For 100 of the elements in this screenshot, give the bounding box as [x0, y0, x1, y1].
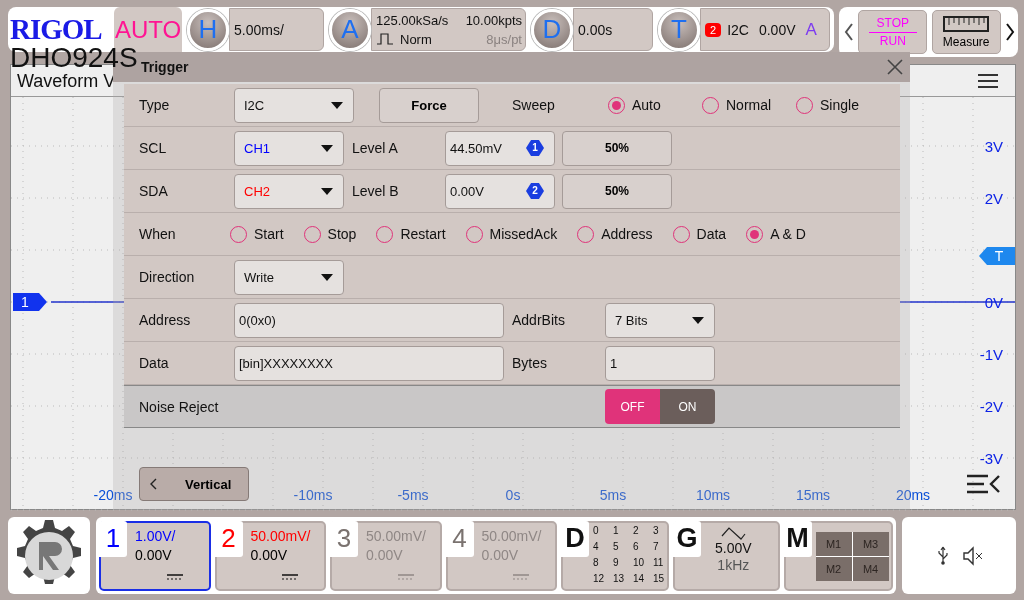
dc-coupling-icon — [512, 573, 530, 580]
usb-icon[interactable] — [935, 545, 950, 566]
time-label: 10ms — [695, 487, 731, 503]
time-label: 15ms — [795, 487, 831, 503]
voltage-label: 3V — [984, 138, 1003, 155]
bit-label: 7 — [653, 540, 660, 554]
dc-coupling-icon — [165, 573, 184, 580]
channel-card[interactable]: 1 1.00V/ 0.00V — [99, 520, 211, 591]
time-label: -10ms — [293, 487, 333, 503]
pulse-icon — [376, 32, 394, 46]
radio-option[interactable]: Single — [796, 96, 890, 114]
radio-option[interactable]: Stop — [303, 225, 357, 243]
time-label: 5ms — [599, 487, 627, 503]
bit-label: 11 — [653, 556, 665, 570]
bit-label: 15 — [653, 572, 666, 586]
close-icon[interactable] — [886, 58, 904, 76]
caret-icon — [321, 144, 333, 152]
card-key: G — [673, 520, 701, 557]
half-button[interactable]: 50% — [562, 130, 672, 166]
caret-icon — [321, 187, 333, 195]
timebase-value: 5.00ms/ — [234, 21, 284, 38]
measure-button[interactable]: Measure — [931, 10, 1001, 54]
radio-option[interactable]: Normal — [702, 96, 796, 114]
toggle-option[interactable]: OFF — [605, 389, 660, 424]
bit-label: 12 — [593, 572, 606, 586]
menu-icon[interactable] — [977, 72, 999, 89]
field-label: Level B — [352, 183, 400, 199]
delay-panel[interactable]: 0.00s — [573, 8, 653, 51]
radio-option[interactable]: Address — [577, 225, 653, 243]
memory-depth: 10.00kpts — [465, 11, 522, 30]
channel-offset: 0.00V — [250, 545, 289, 565]
acquire-panel[interactable]: 125.00kSa/s Norm 10.00kpts 8μs/pt — [371, 8, 526, 51]
bit-label: 8 — [593, 556, 600, 570]
bit-label: 9 — [613, 556, 620, 570]
bit-label: 14 — [633, 572, 646, 586]
field-label: SDA — [138, 183, 169, 199]
radio-option[interactable]: Auto — [608, 96, 702, 114]
radio-option[interactable]: Start — [230, 225, 284, 243]
input-field[interactable]: [bin]XXXXXXXX — [234, 345, 504, 381]
trigger-slope: A — [805, 19, 817, 40]
input-field[interactable]: 1 — [605, 345, 715, 381]
chevron-right-icon[interactable] — [1005, 22, 1015, 42]
wave-icon — [720, 526, 746, 540]
card-key: M — [783, 520, 812, 557]
ruler-icon — [943, 15, 990, 32]
channel-scale: 50.00mV/ — [481, 526, 542, 546]
input-field[interactable]: 44.50mV 1 — [445, 130, 555, 166]
radio-option[interactable]: A & D — [746, 225, 806, 243]
collapse-menu-icon[interactable] — [966, 473, 1001, 495]
chevron-left-icon[interactable] — [844, 22, 854, 42]
source-number: 2 — [526, 183, 544, 199]
dropdown[interactable]: I2C — [234, 87, 354, 123]
bit-label: 0 — [593, 524, 600, 538]
toggle-option[interactable]: ON — [660, 389, 715, 424]
voltage-label: 2V — [984, 190, 1003, 207]
bit-label: 1 — [613, 524, 620, 538]
channel-offset: 0.00V — [481, 545, 520, 565]
time-label: 20ms — [895, 487, 931, 503]
force-button[interactable]: Force — [379, 87, 479, 123]
channel-card[interactable]: 4 50.00mV/ 0.00V — [445, 520, 557, 591]
speaker-muted-icon[interactable] — [961, 545, 983, 566]
field-label: SCL — [138, 140, 168, 156]
voltage-label: -2V — [979, 398, 1003, 415]
channel-scale: 50.00mV/ — [250, 526, 311, 546]
channel-scale: 50.00mV/ — [366, 526, 426, 546]
channel-card[interactable]: 3 50.00mV/ 0.00V — [330, 520, 442, 591]
bit-label: 3 — [653, 524, 660, 538]
radio-option[interactable]: Data — [672, 225, 727, 243]
channel-number: 3 — [330, 520, 358, 557]
bit-label: 5 — [613, 540, 620, 554]
dropdown[interactable]: Write — [234, 259, 344, 295]
time-label: -20ms — [93, 487, 133, 503]
time-label: -5ms — [397, 487, 429, 503]
channel-marker: 1 — [13, 293, 47, 311]
input-field[interactable]: 0(0x0) — [234, 302, 504, 338]
field-label: Level A — [352, 140, 399, 156]
timebase-panel[interactable]: 5.00ms/ — [229, 8, 324, 51]
channel-offset: 0.00V — [366, 545, 404, 565]
channel-offset: 0.00V — [135, 545, 173, 565]
back-button[interactable]: Vertical — [139, 467, 249, 501]
generator-frequency: 1kHz — [717, 556, 750, 574]
half-button[interactable]: 50% — [562, 173, 672, 209]
bit-label: 4 — [593, 540, 600, 554]
field-label: Data — [138, 355, 170, 371]
radio-option[interactable]: MissedAck — [465, 225, 558, 243]
input-field[interactable]: 0.00V 2 — [445, 173, 555, 209]
trigger-panel[interactable]: 2 I2C 0.00V A — [700, 8, 830, 51]
generator-card[interactable]: G 5.00V 1kHz — [673, 520, 780, 591]
bit-label: 6 — [633, 540, 640, 554]
digital-card[interactable]: D 0 1 2 3 4 5 6 7 8 9 10 11 12 13 14 15 — [561, 520, 669, 591]
dropdown[interactable]: 7 Bits — [605, 302, 715, 338]
dropdown[interactable]: CH1 — [234, 130, 344, 166]
bit-label: 13 — [613, 572, 626, 586]
channel-number: 1 — [99, 520, 127, 557]
source-badge: 2 — [705, 22, 722, 37]
radio-option[interactable]: Restart — [376, 225, 446, 243]
generator-amplitude: 5.00V — [715, 539, 752, 557]
channel-card[interactable]: 2 50.00mV/ 0.00V — [214, 520, 326, 591]
field-label: Noise Reject — [138, 398, 220, 415]
delay-value: 0.00s — [578, 21, 613, 38]
